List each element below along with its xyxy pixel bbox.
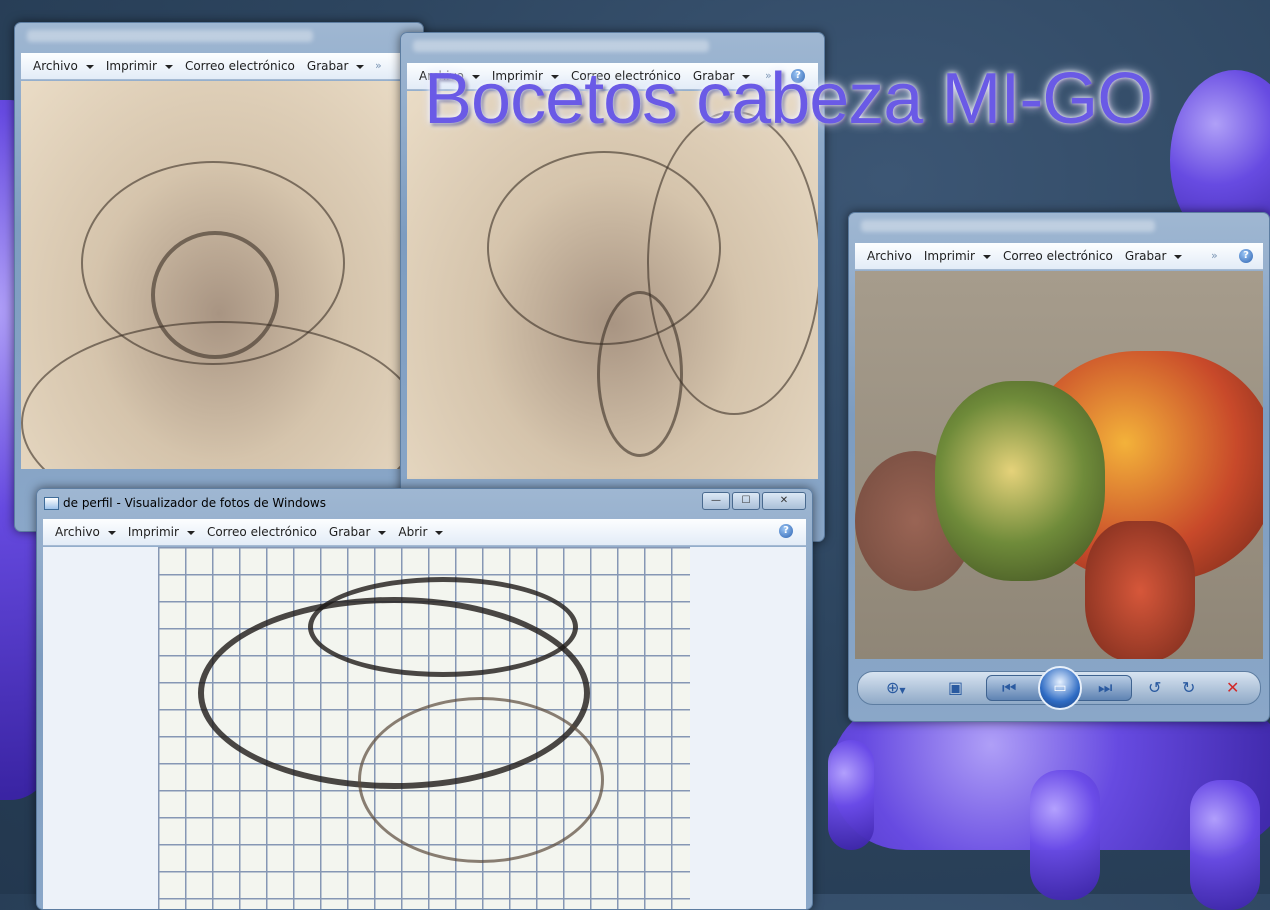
image-area <box>43 547 806 909</box>
rotate-left-button[interactable]: ↺ <box>1148 679 1161 697</box>
title-bar[interactable] <box>849 213 1269 241</box>
sketch-image-2 <box>407 91 818 479</box>
graph-paper-sketch <box>158 547 690 909</box>
menu-label: Imprimir <box>105 59 157 73</box>
overflow-chevron-icon[interactable]: » <box>1211 249 1218 262</box>
chevron-down-icon <box>378 530 387 535</box>
chevron-down-icon <box>356 64 365 69</box>
zoom-button[interactable]: ⊕▼ <box>886 679 906 700</box>
menu-archivo[interactable]: Archivo <box>33 59 94 73</box>
help-icon[interactable]: ? <box>1239 249 1253 263</box>
creature-leg <box>1085 521 1195 659</box>
blurred-title <box>413 40 710 52</box>
blurred-title <box>861 220 1155 232</box>
menu-correo[interactable]: Correo electrónico <box>207 525 317 539</box>
menu-bar: Archivo Imprimir Correo electrónico Grab… <box>855 243 1263 270</box>
delete-button[interactable]: ✕ <box>1226 679 1239 697</box>
sketch-stroke <box>358 697 604 863</box>
menu-label: Grabar <box>1124 249 1167 263</box>
menu-imprimir[interactable]: Imprimir <box>924 249 991 263</box>
chevron-down-icon <box>435 530 444 535</box>
menu-archivo[interactable]: Archivo <box>867 249 912 263</box>
window-title: de perfil - Visualizador de fotos de Win… <box>63 496 326 510</box>
menu-grabar[interactable]: Grabar <box>329 525 387 539</box>
sketch-image-1 <box>21 81 417 469</box>
overflow-chevron-icon[interactable]: » <box>375 59 382 72</box>
colour-creature-image <box>855 271 1263 659</box>
chevron-down-icon <box>1174 254 1183 259</box>
window-controls: — ☐ ✕ <box>702 492 806 510</box>
title-bar[interactable] <box>15 23 423 51</box>
photo-viewer-app-icon <box>44 497 59 510</box>
rotate-right-button[interactable]: ↻ <box>1182 679 1195 697</box>
chevron-down-icon <box>164 64 173 69</box>
menu-grabar[interactable]: Grabar <box>1125 249 1183 263</box>
chevron-down-icon <box>186 530 195 535</box>
menu-label: Grabar <box>328 525 371 539</box>
menu-label: Archivo <box>55 525 100 539</box>
menu-label: Archivo <box>33 59 78 73</box>
menu-correo[interactable]: Correo electrónico <box>185 59 295 73</box>
sketch-stroke <box>21 321 417 469</box>
sketch-stroke <box>647 111 818 415</box>
photo-viewer-window-3[interactable]: Archivo Imprimir Correo electrónico Grab… <box>848 212 1270 722</box>
title-overlay: Bocetos cabeza MI-GO <box>424 59 1153 139</box>
menu-label: Archivo <box>867 249 912 263</box>
creature-toe-2 <box>1030 770 1100 900</box>
creature-head <box>935 381 1105 581</box>
blurred-title <box>27 30 313 42</box>
menu-archivo[interactable]: Archivo <box>55 525 116 539</box>
title-bar[interactable]: de perfil - Visualizador de fotos de Win… <box>37 489 812 517</box>
viewer-toolbar: ⊕▼ ▣ ⏮ ▭ ⏭ ↺ ↻ ✕ <box>857 666 1261 710</box>
chevron-down-icon <box>982 254 991 259</box>
menu-grabar[interactable]: Grabar <box>307 59 365 73</box>
creature-toe-3 <box>1190 780 1260 910</box>
menu-label: Imprimir <box>127 525 179 539</box>
creature-toe-1 <box>828 740 874 850</box>
chevron-down-icon <box>107 530 116 535</box>
menu-imprimir[interactable]: Imprimir <box>128 525 195 539</box>
fit-to-window-button[interactable]: ▣ <box>948 679 963 697</box>
menu-imprimir[interactable]: Imprimir <box>106 59 173 73</box>
menu-correo[interactable]: Correo electrónico <box>1003 249 1113 263</box>
menu-label: Grabar <box>306 59 349 73</box>
maximize-button[interactable]: ☐ <box>732 492 760 510</box>
slideshow-button[interactable]: ▭ <box>1038 666 1082 710</box>
photo-viewer-window-front[interactable]: de perfil - Visualizador de fotos de Win… <box>36 488 813 910</box>
menu-abrir[interactable]: Abrir <box>398 525 444 539</box>
minimize-button[interactable]: — <box>702 492 730 510</box>
close-button[interactable]: ✕ <box>762 492 806 510</box>
previous-button[interactable]: ⏮ <box>1002 679 1016 697</box>
sketch-stroke <box>308 577 578 677</box>
help-icon[interactable]: ? <box>779 524 793 538</box>
menu-label: Imprimir <box>923 249 975 263</box>
title-bar[interactable] <box>401 33 824 61</box>
menu-bar: Archivo Imprimir Correo electrónico Grab… <box>43 519 806 546</box>
menu-bar: Archivo Imprimir Correo electrónico Grab… <box>21 53 417 80</box>
photo-viewer-window-1[interactable]: Archivo Imprimir Correo electrónico Grab… <box>14 22 424 532</box>
chevron-down-icon <box>85 64 94 69</box>
next-button[interactable]: ⏭ <box>1098 679 1112 697</box>
menu-label: Abrir <box>398 525 428 539</box>
